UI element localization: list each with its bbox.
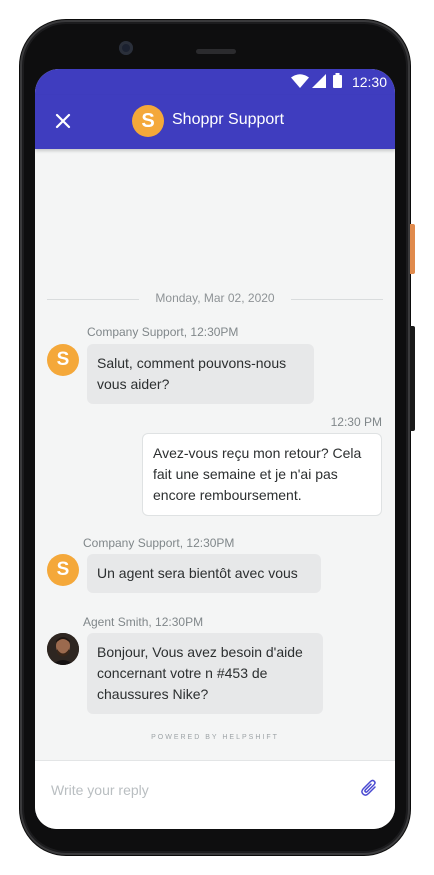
header-title: Shoppr Support xyxy=(172,111,285,128)
app-screen: 12:30 S Shoppr Support Monday, Mar 02, 2… xyxy=(35,69,395,829)
close-icon[interactable] xyxy=(52,110,74,132)
outgoing-message-time: 12:30 PM xyxy=(330,415,382,429)
power-button xyxy=(410,224,415,274)
company-avatar: S xyxy=(47,554,79,586)
reply-input[interactable] xyxy=(49,779,353,801)
date-label: Monday, Mar 02, 2020 xyxy=(149,291,281,305)
signal-icon xyxy=(312,74,326,88)
chat-header: S Shoppr Support xyxy=(35,95,395,149)
status-bar: 12:30 xyxy=(35,69,395,95)
incoming-message-bubble: Salut, comment pouvons-nous vous aider? xyxy=(87,344,314,404)
support-avatar: S xyxy=(132,105,164,137)
attachment-icon[interactable] xyxy=(360,778,378,798)
date-separator: Monday, Mar 02, 2020 xyxy=(47,291,383,307)
volume-button xyxy=(410,326,415,431)
company-avatar: S xyxy=(47,344,79,376)
battery-icon xyxy=(333,73,342,88)
message-sender: Agent Smith, 12:30PM xyxy=(83,615,204,629)
earpiece-speaker xyxy=(196,49,236,54)
reply-bar xyxy=(35,760,395,829)
agent-photo xyxy=(47,633,79,665)
front-camera xyxy=(119,41,133,55)
agent-avatar xyxy=(47,633,79,665)
incoming-message-bubble: Un agent sera bientôt avec vous xyxy=(87,554,321,593)
message-sender: Company Support, 12:30PM xyxy=(87,325,239,339)
wifi-icon xyxy=(291,74,309,88)
message-sender: Company Support, 12:30PM xyxy=(83,536,235,550)
incoming-message-bubble: Bonjour, Vous avez besoin d'aide concern… xyxy=(87,633,323,714)
powered-by-label: POWERED BY HELPSHIFT xyxy=(151,734,279,741)
status-time: 12:30 xyxy=(351,74,387,90)
outgoing-message-bubble: Avez-vous reçu mon retour? Cela fait une… xyxy=(142,433,382,516)
